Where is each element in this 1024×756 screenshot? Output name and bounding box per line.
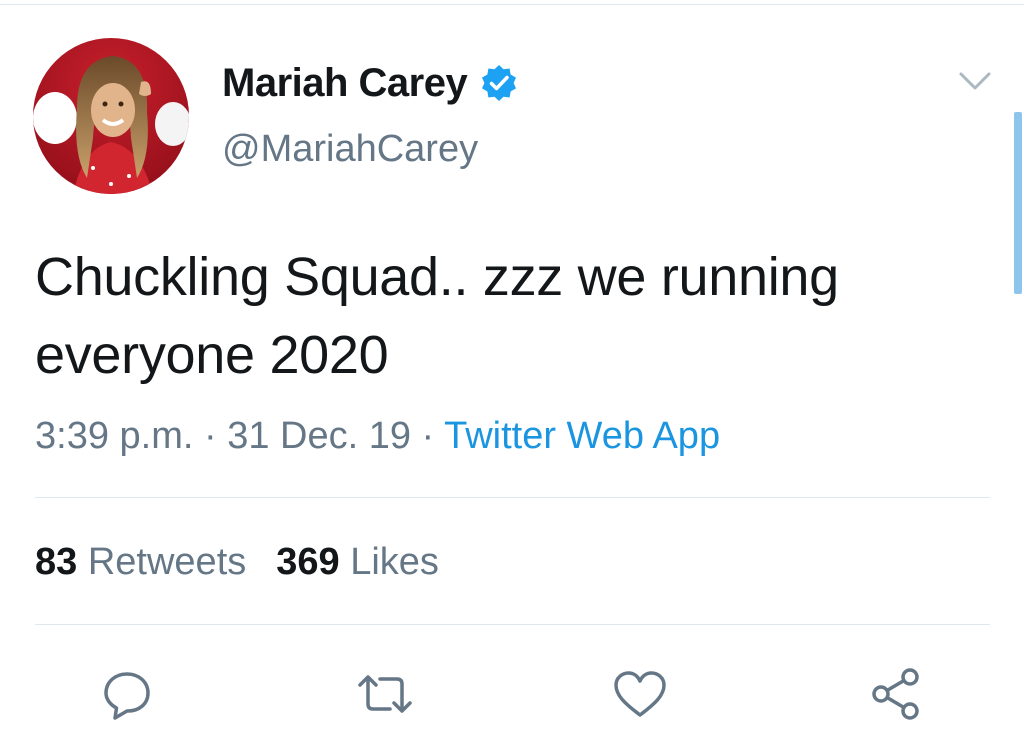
reply-button[interactable] bbox=[97, 664, 157, 724]
retweets-label: Retweets bbox=[87, 541, 247, 583]
retweet-button[interactable] bbox=[355, 664, 415, 724]
tweet-text-line: Chuckling Squad.. zzz we running bbox=[35, 247, 839, 307]
like-button[interactable] bbox=[610, 664, 670, 724]
tweet-text-line: everyone 2020 bbox=[35, 325, 389, 385]
author-name-row[interactable]: Mariah Carey bbox=[222, 58, 519, 108]
likes-stat[interactable]: 369 Likes bbox=[276, 541, 439, 583]
tweet-text: Chuckling Squad.. zzz we running everyon… bbox=[35, 238, 995, 394]
author-display-name[interactable]: Mariah Carey bbox=[222, 61, 468, 106]
avatar[interactable] bbox=[33, 38, 189, 194]
tweet-stats: 83 Retweets 369 Likes bbox=[35, 541, 439, 584]
likes-label: Likes bbox=[350, 541, 439, 583]
meta-separator: · bbox=[411, 415, 445, 457]
retweet-icon bbox=[358, 675, 412, 713]
share-button[interactable] bbox=[866, 664, 926, 724]
tweet-time[interactable]: 3:39 p.m. bbox=[35, 415, 193, 457]
verified-badge-icon bbox=[479, 63, 519, 103]
divider bbox=[35, 497, 990, 498]
tweet-date[interactable]: 31 Dec. 19 bbox=[227, 415, 411, 457]
tweet-source-link[interactable]: Twitter Web App bbox=[444, 415, 720, 457]
share-icon bbox=[872, 668, 919, 720]
divider bbox=[35, 624, 990, 625]
avatar-photo bbox=[33, 38, 189, 194]
heart-icon bbox=[614, 671, 666, 717]
reply-icon bbox=[104, 672, 150, 720]
retweets-stat[interactable]: 83 Retweets bbox=[35, 541, 246, 583]
tweet-meta: 3:39 p.m. · 31 Dec. 19 · Twitter Web App bbox=[35, 415, 720, 458]
chevron-down-icon[interactable] bbox=[955, 64, 995, 98]
author-handle[interactable]: @MariahCarey bbox=[222, 128, 478, 171]
meta-separator: · bbox=[193, 415, 228, 457]
scrollbar[interactable] bbox=[1014, 112, 1022, 294]
retweets-count: 83 bbox=[35, 541, 78, 583]
top-divider bbox=[0, 4, 1024, 5]
likes-count: 369 bbox=[276, 541, 340, 583]
